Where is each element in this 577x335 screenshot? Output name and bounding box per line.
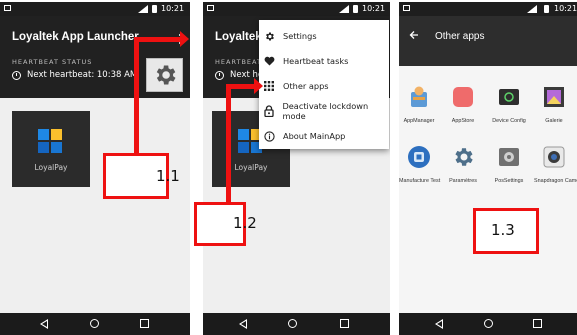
signal-icon [339,5,349,13]
notification-icon [403,5,410,11]
app-label: Galerie [545,118,563,124]
app-label: PosSettings [494,178,524,184]
annotation-arrowhead-1-1 [180,31,189,47]
gear-icon [156,65,176,85]
app-label: Paramètres [449,178,477,184]
app-label: Device Config [492,118,526,124]
appmanager-icon [411,86,427,107]
menu-item-about[interactable]: About MainApp [259,124,389,148]
app-label: AppManager [403,118,435,124]
annotation-arrow-1-2-vertical [226,84,231,204]
step-label-1-1: 1.1 [156,167,180,185]
lock-icon [263,105,274,117]
menu-item-heartbeat-tasks[interactable]: Heartbeat tasks [259,49,389,73]
page-title: Other apps [435,31,485,42]
gear-icon [263,30,275,42]
possettings-icon [499,148,519,166]
menu-item-settings[interactable]: Settings [259,24,389,48]
manufacture-test-icon [408,146,430,168]
status-bar: 10:21 [0,2,190,16]
screen-other-apps: 10:21 Other apps AppManager AppStore Dev… [399,2,577,335]
heartbeat-status-label: HEARTBEAT STATUS [12,58,93,66]
app-device-config[interactable]: Device Config [489,85,529,125]
app-label: Manufacture Test [399,178,441,184]
app-tile-loyalpay[interactable]: LoyalPay [12,111,90,187]
menu-item-label: Other apps [283,81,329,91]
app-appstore[interactable]: AppStore [443,85,483,125]
home-icon[interactable] [484,319,493,328]
menu-item-label: Heartbeat tasks [283,56,349,66]
next-heartbeat-text: Next heartbeat: 10:38 AM [27,70,138,80]
app-bar: Other apps [399,16,577,66]
screen-overflow-menu: 10:21 Loyaltek A HEARTBEAT Next he Loyal… [203,2,390,335]
app-title: Loyaltek App Launcher [12,31,139,43]
settings-icon [455,148,473,166]
back-arrow-icon[interactable] [409,30,419,40]
navigation-bar [399,313,577,335]
overflow-menu: Settings Heartbeat tasks Other apps Deac… [259,20,389,149]
app-parametres[interactable]: Paramètres [443,145,483,185]
status-bar: 10:21 [203,2,390,16]
status-time: 10:21 [161,4,185,13]
gallery-icon [544,87,564,107]
recent-apps-icon[interactable] [140,319,149,328]
loyalpay-logo-icon [38,129,62,153]
settings-gear-callout [146,58,183,92]
menu-item-other-apps[interactable]: Other apps [259,74,389,98]
clock-icon [215,70,224,80]
signal-icon [527,5,537,13]
home-icon[interactable] [90,319,99,328]
app-tile-label: LoyalPay [234,163,268,172]
app-tile-label: LoyalPay [34,163,68,172]
navigation-bar [203,313,390,335]
notification-icon [207,5,214,11]
camera-icon [543,146,565,168]
annotation-arrow-1-1 [134,37,182,42]
home-icon[interactable] [288,319,297,328]
heartbeat-status-label: HEARTBEAT [215,58,262,66]
status-bar: 10:21 [399,2,577,16]
menu-item-deactivate-lockdown[interactable]: Deactivate lockdown mode [259,99,389,123]
app-snapdragon-camera[interactable]: Snapdragon Camera [534,145,577,185]
recent-apps-icon[interactable] [340,319,349,328]
status-time: 10:21 [554,4,577,13]
menu-item-label: Deactivate lockdown mode [282,101,369,121]
clock-icon [12,70,21,80]
device-config-icon [499,89,519,105]
annotation-arrowhead-1-2 [254,78,263,94]
recent-apps-icon[interactable] [533,319,542,328]
battery-icon [353,5,358,13]
status-time: 10:21 [362,4,386,13]
battery-icon [544,5,549,13]
annotation-arrow-1-1-vertical [134,37,139,155]
menu-item-label: Settings [283,31,317,41]
notification-icon [4,5,11,11]
menu-item-label: About MainApp [283,131,346,141]
app-manufacture-test[interactable]: Manufacture Test [399,145,441,185]
step-label-1-3: 1.3 [491,221,515,239]
grid-icon [263,80,275,92]
app-label: AppStore [451,118,475,124]
back-icon[interactable] [40,319,48,329]
battery-icon [152,5,157,13]
back-icon[interactable] [239,319,247,329]
appstore-icon [453,87,473,107]
signal-icon [138,5,148,13]
next-heartbeat: Next heartbeat: 10:38 AM [12,70,137,80]
app-possettings[interactable]: PosSettings [489,145,529,185]
app-appmanager[interactable]: AppManager [399,85,439,125]
info-icon [263,130,275,142]
back-icon[interactable] [435,319,443,329]
app-label: Snapdragon Camera [534,178,577,184]
step-label-1-2: 1.2 [233,214,257,232]
app-galerie[interactable]: Galerie [534,85,574,125]
navigation-bar [0,313,190,335]
heart-icon [263,55,275,67]
